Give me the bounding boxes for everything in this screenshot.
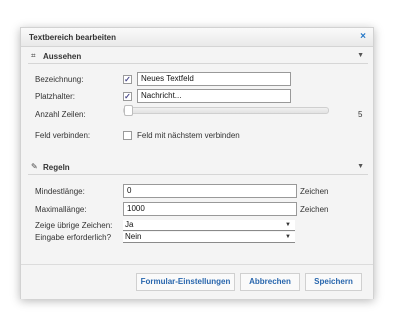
dialog-footer: Formular-Einstellungen Abbrechen Speiche… (21, 264, 373, 299)
max-length-label: Maximallänge: (35, 205, 87, 214)
rows-slider[interactable] (123, 105, 329, 116)
show-remaining-select[interactable]: Ja ▼ (123, 220, 295, 231)
name-checkbox[interactable]: ✓ (123, 75, 132, 84)
save-button[interactable]: Speichern (305, 273, 362, 291)
max-length-unit: Zeichen (300, 205, 329, 214)
required-label: Eingabe erforderlich? (35, 233, 112, 242)
rows-label: Anzahl Zeilen: (35, 110, 86, 119)
name-label: Bezeichnung: (35, 75, 84, 84)
rows-slider-handle[interactable] (124, 105, 133, 116)
crop-icon: ⌗ (31, 51, 36, 60)
section-appearance-title: Aussehen (43, 52, 82, 61)
name-input[interactable]: Neues Textfeld (137, 72, 291, 86)
show-remaining-label: Zeige übrige Zeichen: (35, 221, 113, 230)
connect-checkbox-label[interactable]: Feld mit nächstem verbinden (137, 131, 240, 140)
min-length-input[interactable]: 0 (123, 184, 297, 198)
max-length-input[interactable]: 1000 (123, 202, 297, 216)
connect-label: Feld verbinden: (35, 131, 91, 140)
rows-value: 5 (358, 110, 363, 119)
required-select[interactable]: Nein ▼ (123, 232, 295, 243)
placeholder-input[interactable]: Nachricht... (137, 89, 291, 103)
section-rules-title: Regeln (43, 163, 70, 172)
placeholder-label: Platzhalter: (35, 92, 76, 101)
dropdown-arrow-icon: ▼ (285, 234, 291, 240)
checkmark-icon: ✓ (124, 92, 131, 101)
section-rules-header[interactable]: ✎ Regeln ▼ (28, 160, 368, 175)
form-settings-button[interactable]: Formular-Einstellungen (136, 273, 235, 291)
dialog-titlebar[interactable]: Textbereich bearbeiten × (21, 28, 373, 47)
min-length-unit: Zeichen (300, 187, 329, 196)
checkmark-icon: ✓ (124, 75, 131, 84)
dropdown-arrow-icon: ▼ (285, 222, 291, 228)
connect-checkbox[interactable] (123, 131, 132, 140)
chevron-down-icon[interactable]: ▼ (357, 50, 364, 62)
min-length-label: Mindestlänge: (35, 187, 85, 196)
wrench-icon: ✎ (31, 162, 38, 171)
show-remaining-value: Ja (125, 220, 134, 229)
edit-textarea-dialog: Textbereich bearbeiten × ⌗ Aussehen ▼ Be… (20, 27, 374, 299)
chevron-down-icon[interactable]: ▼ (357, 161, 364, 173)
close-icon[interactable]: × (360, 31, 366, 43)
placeholder-checkbox[interactable]: ✓ (123, 92, 132, 101)
dialog-title: Textbereich bearbeiten (29, 33, 116, 42)
required-value: Nein (125, 232, 142, 241)
cancel-button[interactable]: Abbrechen (240, 273, 300, 291)
section-appearance-header[interactable]: ⌗ Aussehen ▼ (28, 49, 368, 64)
